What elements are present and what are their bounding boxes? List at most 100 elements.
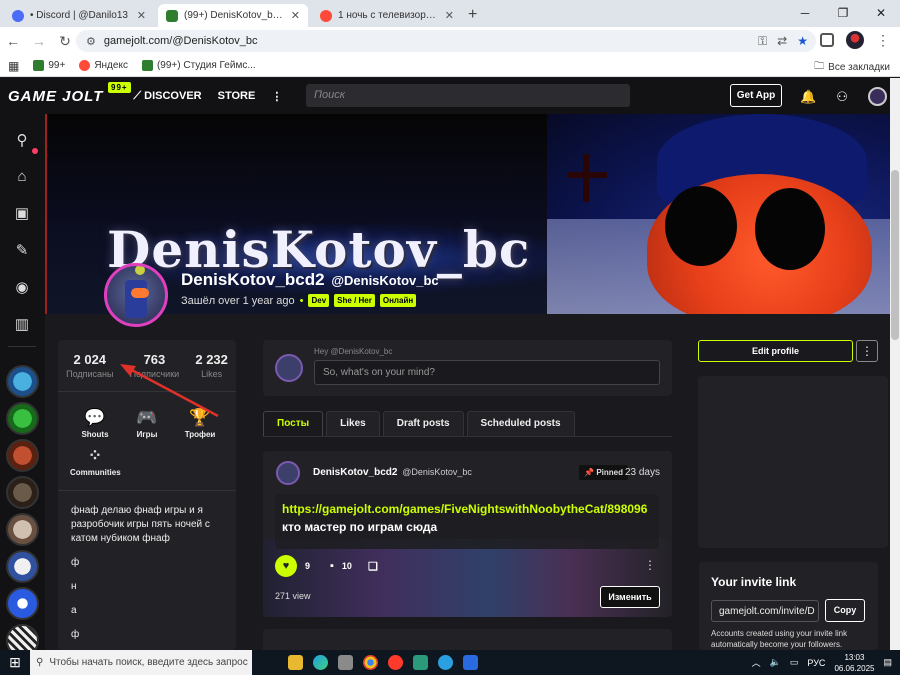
search-input[interactable]: Поиск [306, 84, 630, 107]
menu-shouts[interactable]: 💬 Shouts [70, 408, 120, 439]
ad-placeholder [698, 376, 888, 548]
chevron-up-icon[interactable]: ︿ [752, 656, 761, 669]
friends-icon[interactable]: ⚇ [836, 89, 848, 105]
community-avatar[interactable] [6, 587, 39, 620]
library-icon[interactable]: ▥ [8, 310, 36, 338]
post-author[interactable]: DenisKotov_bcd2 @DenisKotov_bc [313, 467, 472, 478]
post-link[interactable]: https://gamejolt.com/games/FiveNightswit… [282, 502, 652, 516]
close-tab-icon[interactable]: ✕ [445, 9, 454, 22]
notifications-icon[interactable]: ▤ [883, 657, 892, 668]
post-author-avatar[interactable] [276, 461, 300, 485]
backpack-icon[interactable]: ▣ [8, 199, 36, 227]
app-icon[interactable] [338, 655, 353, 670]
nav-discover[interactable]: ⟋ DISCOVER [133, 90, 201, 103]
community-avatar[interactable] [6, 402, 39, 435]
password-key-icon[interactable]: ⚿ [758, 34, 767, 49]
close-tab-icon[interactable]: ✕ [291, 9, 300, 22]
scrollbar-thumb[interactable] [891, 170, 899, 340]
avatar-figure [131, 288, 149, 298]
forward-icon[interactable]: → [26, 33, 52, 49]
taskbar-search[interactable]: ⚲ Чтобы начать поиск, введите здесь запр… [30, 650, 252, 675]
translate-icon[interactable]: ⇄ [777, 34, 787, 48]
user-avatar[interactable] [867, 87, 887, 106]
apps-grid-icon[interactable]: ▦ [8, 59, 19, 73]
community-avatar[interactable] [6, 439, 39, 472]
language-indicator[interactable]: РУС [807, 658, 825, 668]
telegram-icon[interactable] [438, 655, 453, 670]
windows-start-icon[interactable]: ⊞ [0, 654, 30, 671]
bookmark-gamejolt[interactable]: 99+ [33, 60, 65, 71]
menu-games[interactable]: 🎮 Игры [122, 408, 172, 439]
post-more-icon[interactable]: ⋮ [644, 558, 656, 572]
app-icon[interactable] [413, 655, 428, 670]
community-avatar[interactable] [6, 550, 39, 583]
chat-icon[interactable]: ◉ [8, 273, 36, 301]
pinned-label: Pinned [596, 468, 623, 477]
sticker-icon[interactable]: ❏ [368, 560, 378, 573]
invite-description: Accounts created using your invite link … [711, 629, 848, 649]
menu-trophies[interactable]: 🏆 Трофеи [175, 408, 225, 439]
stat-following[interactable]: 2 024 Подписаны [66, 352, 113, 391]
browser-menu-icon[interactable]: ⋮ [876, 32, 890, 49]
tab-yandex[interactable]: 1 ночь с телевизором — Яндекс ✕ [312, 4, 462, 27]
pin-icon: 📌 [584, 468, 595, 477]
tab-gamejolt[interactable]: (99+) DenisKotov_bcd2 (@Deni ✕ [158, 4, 308, 27]
roblox-icon[interactable] [463, 655, 478, 670]
reload-icon[interactable]: ↻ [52, 33, 78, 50]
close-window-icon[interactable]: ✕ [862, 0, 900, 27]
get-app-button[interactable]: Get App [730, 84, 782, 107]
bookmark-star-icon[interactable]: ★ [797, 34, 808, 48]
volume-icon[interactable]: 🔈 [770, 657, 781, 668]
menu-communities[interactable]: ⁘ Communities [70, 446, 121, 477]
tab-draft-posts[interactable]: Draft posts [382, 411, 464, 436]
browser-profile-avatar[interactable] [846, 31, 864, 49]
file-explorer-icon[interactable] [288, 655, 303, 670]
bio-line: а [71, 605, 77, 616]
clock[interactable]: 13:03 06.06.2025 [834, 652, 874, 674]
community-avatar[interactable] [6, 513, 39, 546]
gamejolt-logo[interactable]: GAME JOLT 99+ [8, 81, 131, 105]
edit-post-button[interactable]: Изменить [600, 586, 660, 608]
tab-likes[interactable]: Likes [326, 411, 380, 436]
profile-avatar[interactable] [104, 263, 168, 327]
minimize-icon[interactable]: ─ [786, 0, 824, 27]
site-info-icon[interactable]: ⚙ [86, 35, 96, 48]
stat-followers[interactable]: 763 Подписчики [130, 352, 180, 391]
composer-input[interactable]: So, what's on your mind? [314, 360, 660, 385]
back-icon[interactable]: ← [0, 33, 26, 49]
chrome-icon[interactable] [363, 655, 378, 670]
community-avatar[interactable] [6, 365, 39, 398]
invite-link-field[interactable]: gamejolt.com/invite/D [711, 600, 819, 622]
creator-icon[interactable]: ✎ [8, 236, 36, 264]
unread-dot [32, 148, 38, 154]
maximize-icon[interactable]: ❐ [824, 0, 862, 27]
page-scrollbar[interactable] [890, 78, 900, 650]
stat-number: 2 232 [195, 352, 228, 367]
extensions-icon[interactable] [820, 33, 834, 47]
profile-more-icon[interactable]: ⋮ [856, 340, 878, 362]
tab-label: 1 ночь с телевизором — Яндекс [338, 10, 439, 21]
tab-scheduled-posts[interactable]: Scheduled posts [466, 411, 575, 436]
nav-store[interactable]: STORE [218, 90, 256, 102]
close-tab-icon[interactable]: ✕ [137, 9, 146, 22]
url-field[interactable]: ⚙ gamejolt.com/@DenisKotov_bc ⚿ ⇄ ★ [76, 30, 816, 52]
tab-posts[interactable]: Посты [263, 411, 324, 436]
bookmark-studio[interactable]: (99+) Студия Геймс... [141, 60, 256, 71]
network-icon[interactable]: ▭ [790, 657, 799, 668]
communities-icon: ⁘ [87, 446, 103, 465]
edit-profile-button[interactable]: Edit profile [698, 340, 853, 362]
store-icon[interactable]: ⌂ [8, 162, 36, 190]
community-avatar[interactable] [6, 476, 39, 509]
yandex-browser-icon[interactable] [388, 655, 403, 670]
bell-icon[interactable]: 🔔 [800, 89, 816, 105]
heart-icon[interactable]: ♥ [275, 555, 297, 577]
stat-likes[interactable]: 2 232 Likes [195, 352, 228, 391]
edge-icon[interactable] [313, 655, 328, 670]
comment-icon[interactable]: ▪ [330, 560, 334, 572]
more-menu-icon[interactable]: ⋮ [271, 90, 282, 103]
all-bookmarks[interactable]: 🗀 Все закладки [814, 59, 890, 76]
bookmark-yandex[interactable]: Яндекс [79, 60, 128, 71]
new-tab-button[interactable]: + [468, 4, 477, 27]
tab-discord[interactable]: • Discord | @Danilo13 ✕ [4, 4, 154, 27]
copy-button[interactable]: Copy [825, 599, 865, 622]
